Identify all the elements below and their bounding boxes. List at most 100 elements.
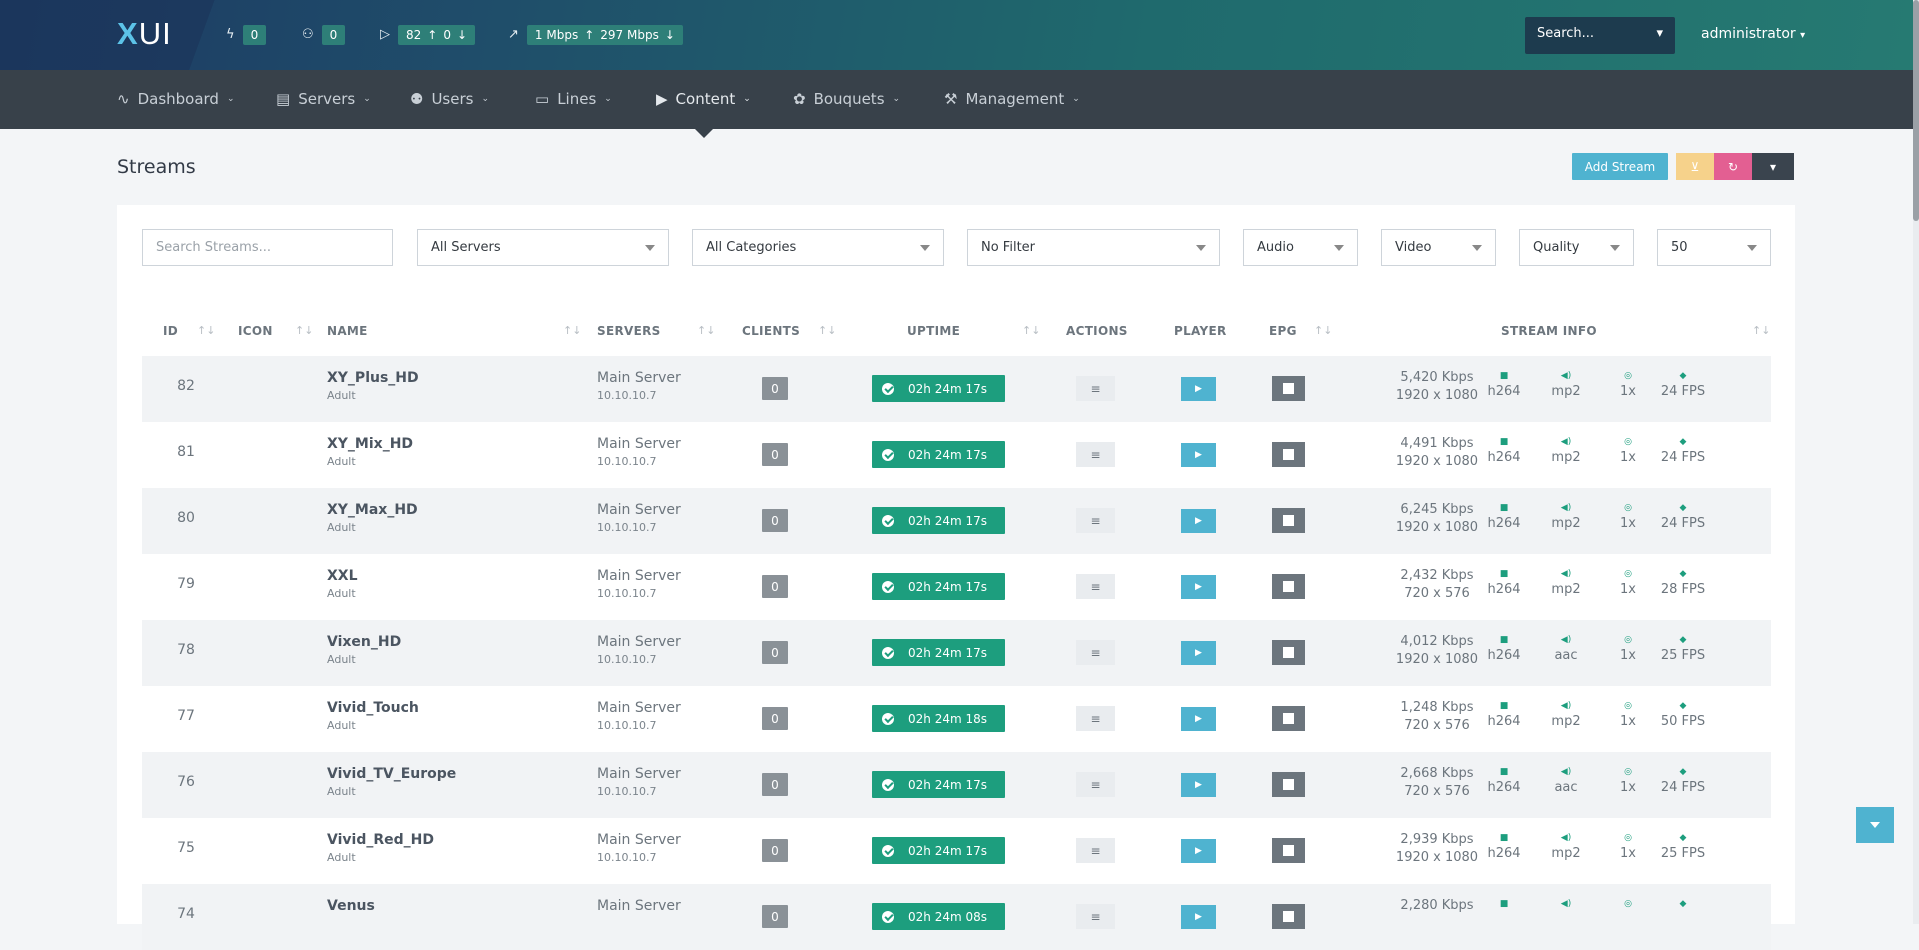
video-select[interactable]: Video [1381, 229, 1496, 266]
col-name[interactable]: NAME [327, 324, 368, 338]
sort-icon[interactable]: ↑↓ [1752, 324, 1770, 337]
audio-select[interactable]: Audio [1243, 229, 1358, 266]
audio-codec-info: ◀) mp2 [1546, 435, 1586, 467]
epg-button[interactable] [1272, 640, 1305, 665]
epg-button[interactable] [1272, 376, 1305, 401]
uptime-badge: 02h 24m 17s [872, 837, 1005, 864]
col-stream-info[interactable]: STREAM INFO [1501, 324, 1597, 338]
play-stream-button[interactable]: ▶ [1181, 575, 1216, 599]
layers-icon: ◆ [1679, 899, 1687, 909]
sort-icon[interactable]: ↑↓ [697, 324, 715, 337]
actions-menu-button[interactable]: ≡ [1076, 508, 1115, 533]
col-uptime[interactable]: UPTIME [907, 324, 960, 338]
play-stream-button[interactable]: ▶ [1181, 509, 1216, 533]
nav-management[interactable]: ⚒ Management ⌄ [944, 90, 1080, 108]
stream-name[interactable]: Vivid_Touch [327, 700, 419, 716]
actions-menu-button[interactable]: ≡ [1076, 574, 1115, 599]
col-clients[interactable]: CLIENTS [742, 324, 800, 338]
col-id[interactable]: ID [163, 324, 178, 338]
sort-icon[interactable]: ↑↓ [1022, 324, 1040, 337]
stream-name[interactable]: Vixen_HD [327, 634, 401, 650]
refresh-button[interactable]: ↻ [1714, 153, 1752, 180]
quality-select[interactable]: Quality [1519, 229, 1634, 266]
epg-button[interactable] [1272, 574, 1305, 599]
stream-name[interactable]: XY_Mix_HD [327, 436, 413, 452]
nav-users[interactable]: ⚉ Users ⌄ [410, 90, 489, 108]
actions-menu-button[interactable]: ≡ [1076, 640, 1115, 665]
play-stream-button[interactable]: ▶ [1181, 905, 1216, 929]
stream-name[interactable]: Venus [327, 898, 375, 914]
play-stream-button[interactable]: ▶ [1181, 443, 1216, 467]
play-stream-button[interactable]: ▶ [1181, 839, 1216, 863]
table-row[interactable]: 77 Vivid_Touch Adult Main Server 10.10.10.7 0… [142, 686, 1771, 752]
play-stream-button[interactable]: ▶ [1181, 773, 1216, 797]
actions-menu-button[interactable]: ≡ [1076, 376, 1115, 401]
nav-lines[interactable]: ▭ Lines ⌄ [535, 90, 612, 108]
servers-select[interactable]: All Servers [417, 229, 669, 266]
categories-select[interactable]: All Categories [692, 229, 944, 266]
table-row[interactable]: 79 XXL Adult Main Server 10.10.10.7 0 02h 24m … [142, 554, 1771, 620]
epg-button[interactable] [1272, 838, 1305, 863]
col-icon[interactable]: ICON [238, 324, 273, 338]
epg-button[interactable] [1272, 706, 1305, 731]
per-page-select[interactable]: 50 [1657, 229, 1771, 266]
sort-icon[interactable]: ↑↓ [295, 324, 313, 337]
actions-menu-button[interactable]: ≡ [1076, 838, 1115, 863]
uptime-badge: 02h 24m 18s [872, 705, 1005, 732]
epg-button[interactable] [1272, 772, 1305, 797]
layers-icon: ◆ [1679, 833, 1687, 843]
epg-button[interactable] [1272, 904, 1305, 929]
bitrate-info: 6,245 Kbps 1920 x 1080 [1392, 501, 1482, 537]
stream-name[interactable]: XY_Plus_HD [327, 370, 419, 386]
actions-menu-button[interactable]: ≡ [1076, 904, 1115, 929]
actions-menu-button[interactable]: ≡ [1076, 442, 1115, 467]
play-stream-button[interactable]: ▶ [1181, 377, 1216, 401]
stream-fps: 24 FPS [1660, 516, 1706, 531]
global-search[interactable]: Search... ▾ [1525, 17, 1675, 54]
play-stream-button[interactable]: ▶ [1181, 641, 1216, 665]
search-streams-input[interactable]: Search Streams... [142, 229, 393, 266]
add-stream-button[interactable]: Add Stream [1572, 153, 1668, 180]
video-codec: h264 [1487, 780, 1521, 795]
sort-icon[interactable]: ↑↓ [818, 324, 836, 337]
actions-menu-button[interactable]: ≡ [1076, 772, 1115, 797]
bitrate: 4,491 Kbps [1400, 436, 1474, 451]
epg-button[interactable] [1272, 508, 1305, 533]
table-row[interactable]: 75 Vivid_Red_HD Adult Main Server 10.10.10.7… [142, 818, 1771, 884]
square-icon [1283, 779, 1294, 790]
table-row[interactable]: 81 XY_Mix_HD Adult Main Server 10.10.10.7 0 02… [142, 422, 1771, 488]
nav-bouquets[interactable]: ✿ Bouquets ⌄ [793, 90, 900, 108]
app-logo[interactable]: XUI [117, 16, 172, 52]
chevron-down-icon [1334, 244, 1344, 251]
more-options-button[interactable]: ▾ [1752, 153, 1794, 180]
page-scrollbar[interactable] [1913, 0, 1919, 924]
table-row[interactable]: 74 Venus Main Server 0 02h 24m 08s ≡ ▶ 2,280 Kb… [142, 884, 1771, 950]
scroll-down-button[interactable] [1856, 807, 1894, 843]
table-row[interactable]: 78 Vixen_HD Adult Main Server 10.10.10.7 0 02h… [142, 620, 1771, 686]
nav-content[interactable]: ▶ Content ⌄ [656, 90, 751, 108]
table-row[interactable]: 80 XY_Max_HD Adult Main Server 10.10.10.7 0 02… [142, 488, 1771, 554]
status-filter-select[interactable]: No Filter [967, 229, 1220, 266]
sort-icon[interactable]: ↑↓ [563, 324, 581, 337]
sort-icon[interactable]: ↑↓ [1314, 324, 1332, 337]
epg-button[interactable] [1272, 442, 1305, 467]
chevron-down-icon [920, 244, 930, 251]
actions-menu-button[interactable]: ≡ [1076, 706, 1115, 731]
table-row[interactable]: 82 XY_Plus_HD Adult Main Server 10.10.10.7 0 0… [142, 356, 1771, 422]
col-epg[interactable]: EPG [1269, 324, 1297, 338]
stream-name[interactable]: Vivid_TV_Europe [327, 766, 456, 782]
col-servers[interactable]: SERVERS [597, 324, 661, 338]
clear-filters-button[interactable]: ⊻ [1676, 153, 1714, 180]
play-stream-button[interactable]: ▶ [1181, 707, 1216, 731]
stream-name[interactable]: XY_Max_HD [327, 502, 418, 518]
nav-dashboard[interactable]: ∿ Dashboard ⌄ [117, 90, 235, 108]
bitrate-info: 2,280 Kbps [1392, 897, 1482, 915]
user-menu[interactable]: administrator ▾ [1701, 26, 1805, 42]
resolution: 1920 x 1080 [1395, 388, 1479, 403]
sort-icon[interactable]: ↑↓ [197, 324, 215, 337]
table-row[interactable]: 76 Vivid_TV_Europe Adult Main Server 10.10.1… [142, 752, 1771, 818]
nav-servers[interactable]: ▤ Servers ⌄ [276, 90, 371, 108]
stream-name[interactable]: Vivid_Red_HD [327, 832, 434, 848]
scrollbar-thumb[interactable] [1913, 0, 1919, 221]
stream-name[interactable]: XXL [327, 568, 358, 584]
